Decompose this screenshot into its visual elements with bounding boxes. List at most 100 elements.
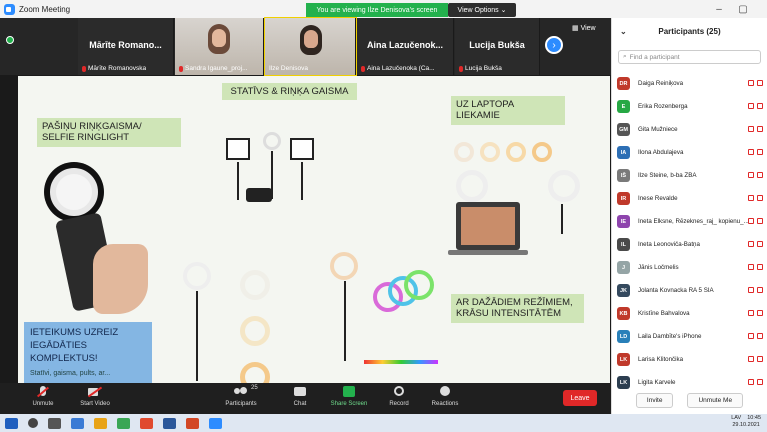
leave-button[interactable]: Leave [563, 390, 597, 406]
panel-header: ⌄ Participants (25) [612, 18, 767, 44]
participant-status-icons [748, 172, 763, 178]
video-off-icon [757, 310, 763, 316]
participant-status-icons [748, 379, 763, 385]
participant-search-input[interactable]: ⌕ Find a participant [618, 50, 761, 64]
search-icon: ⌕ [623, 53, 627, 60]
participant-name: Ērika Rozenberga [638, 103, 688, 110]
tile-name: Aina Lazučenok... [366, 40, 444, 50]
avatar: JK [617, 284, 630, 297]
participant-row[interactable]: IA Ilona Abdulajeva [612, 141, 767, 164]
laptop-base [448, 250, 528, 255]
participant-status-icons [748, 310, 763, 316]
bag-image [246, 188, 272, 202]
powerpoint-icon[interactable] [186, 417, 199, 429]
participant-face [212, 29, 226, 47]
participant-name: Larisa Klitončika [638, 356, 684, 363]
muted-mic-icon [748, 333, 754, 339]
panel-footer: Invite Unmute Me [612, 393, 767, 408]
muted-mic-icon [82, 65, 86, 72]
participant-name: Gita Mužniece [638, 126, 678, 133]
participant-row[interactable]: DR Daiga Reiniķova [612, 72, 767, 95]
start-video-button[interactable]: Start Video [68, 385, 122, 413]
muted-mic-icon [748, 218, 754, 224]
muted-mic-icon [34, 386, 52, 398]
participant-status-icons [748, 264, 763, 270]
view-options-button[interactable]: View Options ⌄ [448, 3, 516, 17]
maximize-button[interactable]: ▢ [731, 0, 755, 18]
avatar: IE [617, 215, 630, 228]
search-icon[interactable] [28, 418, 38, 428]
minimize-button[interactable]: – [707, 0, 731, 18]
avatar: IR [617, 192, 630, 205]
participant-row[interactable]: IR Inese Revalde [612, 187, 767, 210]
reactions-icon [436, 386, 454, 398]
participant-row[interactable]: IE Ineta Elksne, Rēzeknes_raj_ kopienu_..… [612, 210, 767, 233]
video-off-icon [757, 126, 763, 132]
participant-name: Ligita Karvele [638, 379, 676, 386]
stand [561, 204, 563, 234]
participants-panel: ⌄ Participants (25) ⌕ Find a participant… [611, 18, 767, 414]
ring-light [240, 270, 270, 300]
clock[interactable]: LAV 10:45 29.10.2021 [731, 415, 761, 428]
video-tile[interactable]: Sandra Igaune_proj... [175, 18, 264, 75]
participant-row[interactable]: E Ērika Rozenberga [612, 95, 767, 118]
recommend-text: IETEIKUMS UZREIZ IEGĀDĀTIES KOMPLEKTUS! [30, 327, 119, 364]
avatar: LK [617, 376, 630, 389]
video-tile[interactable]: Mārīte Romano... Mārīte Romanovska [78, 18, 174, 75]
participant-row[interactable]: GM Gita Mužniece [612, 118, 767, 141]
video-tile[interactable]: Aina Lazučenok... Aina Lazučenoka (Ca... [357, 18, 454, 75]
muted-mic-icon [748, 264, 754, 270]
video-tile[interactable]: Ilze Denisova [264, 17, 357, 76]
unmute-button[interactable]: Unmute [16, 385, 70, 413]
participant-row[interactable]: LK Ligita Karvele [612, 371, 767, 394]
avatar: KB [617, 307, 630, 320]
view-button[interactable]: ▦ View [572, 24, 596, 32]
participants-button[interactable]: 25 Participants [214, 385, 268, 413]
window-title: Zoom Meeting [19, 4, 71, 14]
muted-mic-icon [748, 126, 754, 132]
ring-light [506, 142, 526, 162]
share-screen-button[interactable]: Share Screen [322, 385, 376, 413]
start-icon[interactable] [5, 417, 18, 429]
reactions-button[interactable]: Reactions [418, 385, 472, 413]
muted-mic-icon [748, 287, 754, 293]
chrome-icon[interactable] [117, 417, 130, 429]
muted-mic-icon [748, 103, 754, 109]
file-explorer-icon[interactable] [94, 417, 107, 429]
video-strip: Mārīte Romano... Mārīte Romanovska Sandr… [0, 17, 611, 76]
muted-mic-icon [748, 172, 754, 178]
avatar: IL [617, 238, 630, 251]
task-view-icon[interactable] [48, 417, 61, 429]
participant-row[interactable]: JK Jolanta Kovnacka RA 5 SIA [612, 279, 767, 302]
ring-light [456, 170, 488, 202]
chat-button[interactable]: Chat [273, 385, 327, 413]
softbox-image [290, 138, 314, 160]
participant-row[interactable]: IŠ Ilze Šteine, b-ba ZBA [612, 164, 767, 187]
participant-row[interactable]: J Jānis Ločmelis [612, 256, 767, 279]
chat-icon [291, 386, 309, 398]
hand-image [93, 244, 148, 314]
muted-mic-icon [459, 65, 463, 72]
stand [196, 291, 198, 381]
avatar: J [617, 261, 630, 274]
video-tile[interactable]: Lucija Bukša Lucija Bukša [455, 18, 540, 75]
edge-icon[interactable] [71, 417, 84, 429]
chevron-down-icon[interactable]: ⌄ [620, 27, 627, 36]
ring-light [50, 168, 98, 216]
ring-light [330, 252, 358, 280]
word-icon[interactable] [163, 417, 176, 429]
unmute-me-button[interactable]: Unmute Me [687, 393, 744, 408]
zoom-icon[interactable] [209, 417, 222, 429]
video-off-icon [757, 241, 763, 247]
participants-icon: 25 [232, 385, 258, 398]
firefox-icon[interactable] [140, 417, 153, 429]
participant-row[interactable]: LD Laila Dambīte's iPhone [612, 325, 767, 348]
participant-list: DR Daiga Reiniķova E Ērika Rozenberga GM Gita… [612, 72, 767, 394]
invite-button[interactable]: Invite [635, 393, 674, 408]
participant-row[interactable]: IL Ineta Leonoviča-Batņa [612, 233, 767, 256]
panel-title: Participants (25) [658, 26, 721, 36]
participant-row[interactable]: KB Kristīne Bahvalova [612, 302, 767, 325]
participant-row[interactable]: LK Larisa Klitončika [612, 348, 767, 371]
meeting-toolbar: Unmute Start Video 25 Participants Chat … [0, 383, 611, 414]
next-page-icon[interactable]: › [545, 36, 563, 54]
